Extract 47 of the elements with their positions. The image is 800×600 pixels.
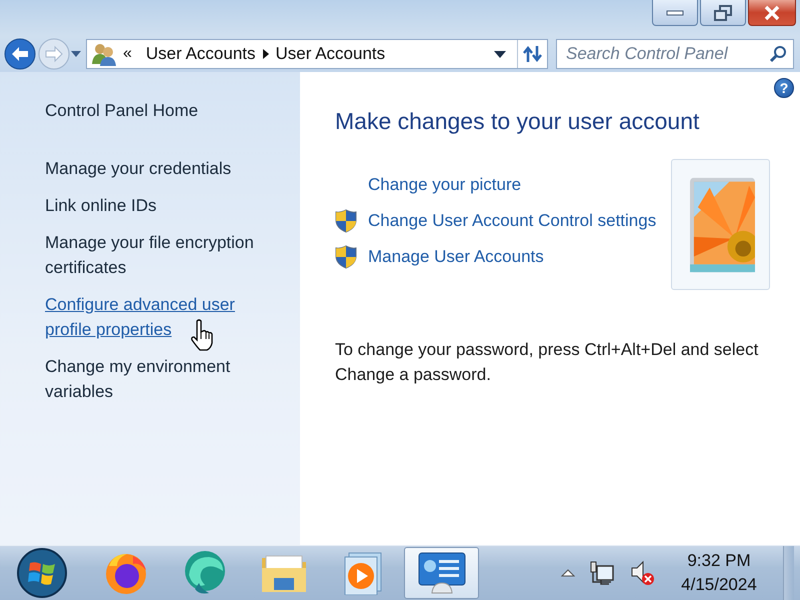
close-icon: [763, 4, 781, 20]
windows-flag-icon: [16, 547, 68, 599]
address-bar[interactable]: « User Accounts User Accounts: [86, 38, 548, 68]
hand-cursor-icon: [190, 319, 214, 351]
task-link[interactable]: Link online IDs: [45, 193, 270, 218]
control-panel-icon: [416, 551, 466, 595]
page-heading: Make changes to your user account: [335, 108, 700, 135]
search-icon: [769, 44, 787, 62]
restore-button[interactable]: [700, 0, 746, 26]
volume-button[interactable]: [629, 560, 655, 586]
task-link[interactable]: Manage your file encryption certificates: [45, 230, 270, 280]
task-link[interactable]: Configure advanced user profile properties: [45, 292, 270, 342]
restore-icon: [714, 4, 732, 20]
separator-arrow-icon: [262, 48, 270, 60]
action-link[interactable]: Change User Account Control settings: [368, 211, 656, 231]
minimize-button[interactable]: [652, 0, 698, 26]
shield-icon: [335, 209, 357, 233]
clock-date: 4/15/2024: [681, 574, 757, 596]
users-icon: [91, 42, 117, 66]
caret-icon: [70, 50, 82, 58]
clock-time: 9:32 PM: [687, 550, 751, 572]
task-link[interactable]: Change my environment variables: [45, 354, 270, 404]
close-button[interactable]: [748, 0, 796, 26]
home-link[interactable]: Control Panel Home: [45, 98, 270, 123]
help-button[interactable]: ?: [774, 78, 794, 98]
minimize-icon: [666, 10, 684, 16]
shield-icon: [335, 245, 357, 269]
muted-speaker-icon: [629, 560, 655, 586]
action-link[interactable]: Manage User Accounts: [368, 247, 544, 267]
breadcrumb[interactable]: User Accounts: [140, 44, 262, 64]
network-button[interactable]: [589, 560, 615, 586]
back-button[interactable]: [4, 38, 36, 70]
breadcrumb[interactable]: User Accounts: [270, 44, 392, 64]
play-icon: [342, 551, 382, 595]
overflow-chevron[interactable]: «: [117, 44, 140, 62]
action-link[interactable]: Change your picture: [368, 175, 522, 195]
history-dropdown[interactable]: [70, 50, 84, 58]
clock[interactable]: 9:32 PM 4/15/2024: [669, 549, 769, 597]
search-field[interactable]: Search Control Panel: [556, 38, 794, 68]
dropdown-arrow-icon: [493, 48, 507, 58]
task-link[interactable]: Manage your credentials: [45, 156, 270, 181]
show-hidden-icons-button[interactable]: [561, 569, 575, 577]
network-icon: [589, 560, 615, 586]
password-note: To change your password, press Ctrl+Alt+Del and select Change a password.: [335, 339, 760, 386]
caret-up-icon: [561, 569, 575, 577]
refresh-icon: [522, 44, 544, 64]
taskbar-button[interactable]: [404, 547, 479, 599]
